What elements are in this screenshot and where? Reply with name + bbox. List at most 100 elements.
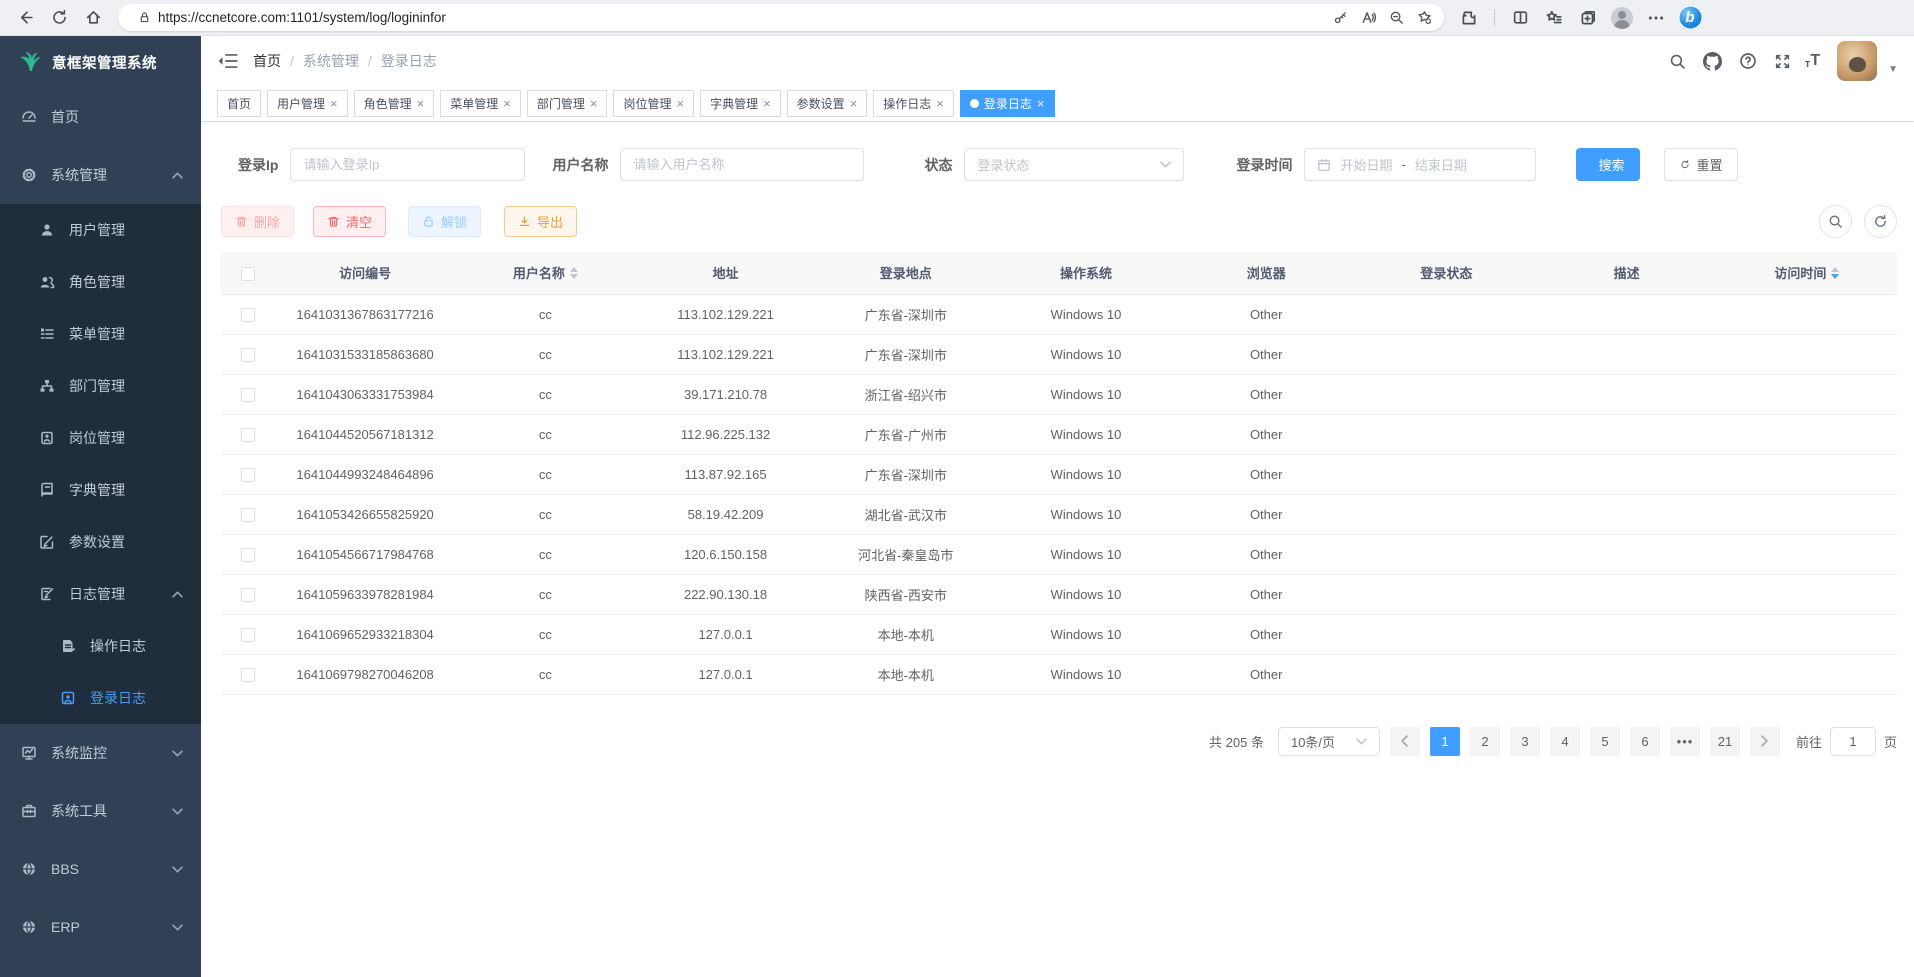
sidebar-item-system-tools[interactable]: 系统工具 bbox=[0, 782, 201, 840]
toggle-search-button[interactable] bbox=[1819, 205, 1852, 238]
tab-menu-management[interactable]: 菜单管理× bbox=[440, 90, 521, 117]
close-icon[interactable]: × bbox=[936, 97, 944, 110]
zoom-out-icon[interactable] bbox=[1382, 6, 1410, 30]
address-bar[interactable]: https://ccnetcore.com:1101/system/log/lo… bbox=[118, 4, 1444, 31]
sidebar-item-bbs[interactable]: BBS bbox=[0, 840, 201, 898]
user-name-input[interactable] bbox=[633, 157, 851, 172]
export-button[interactable]: 导出 bbox=[504, 206, 577, 237]
page-button-21[interactable]: 21 bbox=[1710, 727, 1740, 756]
row-checkbox[interactable] bbox=[241, 668, 255, 682]
page-button-2[interactable]: 2 bbox=[1470, 727, 1500, 756]
close-icon[interactable]: × bbox=[850, 97, 858, 110]
table-row[interactable]: 1641031367863177216cc113.102.129.221广东省-… bbox=[221, 294, 1897, 334]
date-range-picker[interactable]: 开始日期 - 结束日期 bbox=[1304, 148, 1536, 181]
browser-refresh-button[interactable] bbox=[44, 4, 74, 32]
page-button-1[interactable]: 1 bbox=[1430, 727, 1460, 756]
sidebar-item-parameter-settings[interactable]: 参数设置 bbox=[0, 516, 201, 568]
prev-page-button[interactable] bbox=[1390, 727, 1420, 756]
avatar-dropdown-caret-icon[interactable]: ▼ bbox=[1888, 64, 1898, 75]
close-icon[interactable]: × bbox=[417, 97, 425, 110]
page-button-4[interactable]: 4 bbox=[1550, 727, 1580, 756]
tab-dictionary-management[interactable]: 字典管理× bbox=[700, 90, 781, 117]
tab-home[interactable]: 首页 bbox=[217, 90, 261, 117]
header-search-icon[interactable] bbox=[1665, 48, 1691, 74]
login-ip-input[interactable] bbox=[303, 157, 512, 172]
close-icon[interactable]: × bbox=[1037, 97, 1045, 110]
tab-parameter-settings[interactable]: 参数设置× bbox=[787, 90, 868, 117]
unlock-button[interactable]: 解锁 bbox=[408, 206, 481, 237]
help-icon[interactable] bbox=[1735, 48, 1761, 74]
tab-post-management[interactable]: 岗位管理× bbox=[613, 90, 694, 117]
sort-icon-active[interactable] bbox=[1831, 267, 1839, 279]
row-checkbox[interactable] bbox=[241, 508, 255, 522]
goto-page-input[interactable] bbox=[1830, 727, 1876, 756]
collections-icon[interactable] bbox=[1539, 4, 1569, 32]
collapse-sidebar-icon[interactable] bbox=[217, 50, 239, 72]
table-row[interactable]: 1641043063331753984cc39.171.210.78浙江省-绍兴… bbox=[221, 374, 1897, 414]
table-row[interactable]: 1641044520567181312cc112.96.225.132广东省-广… bbox=[221, 414, 1897, 454]
row-checkbox[interactable] bbox=[241, 588, 255, 602]
font-size-icon[interactable]: тT bbox=[1805, 52, 1820, 70]
breadcrumb-system-management[interactable]: 系统管理 bbox=[303, 51, 359, 71]
close-icon[interactable]: × bbox=[503, 97, 511, 110]
table-row[interactable]: 1641054566717984768cc120.6.150.158河北省-秦皇… bbox=[221, 534, 1897, 574]
sidebar-item-operation-log[interactable]: 操作日志 bbox=[0, 620, 201, 672]
tab-role-management[interactable]: 角色管理× bbox=[354, 90, 435, 117]
sidebar-item-system-monitor[interactable]: 系统监控 bbox=[0, 724, 201, 782]
split-screen-icon[interactable] bbox=[1505, 4, 1535, 32]
clear-button[interactable]: 清空 bbox=[313, 206, 386, 237]
table-row[interactable]: 1641069798270046208cc127.0.0.1本地-本机Windo… bbox=[221, 654, 1897, 694]
github-icon[interactable] bbox=[1700, 48, 1726, 74]
refresh-table-button[interactable] bbox=[1864, 205, 1897, 238]
table-row[interactable]: 1641069652933218304cc127.0.0.1本地-本机Windo… bbox=[221, 614, 1897, 654]
page-button-6[interactable]: 6 bbox=[1630, 727, 1660, 756]
sidebar-item-department-management[interactable]: 部门管理 bbox=[0, 360, 201, 412]
table-row[interactable]: 1641031533185863680cc113.102.129.221广东省-… bbox=[221, 334, 1897, 374]
browser-settings-menu-icon[interactable] bbox=[1641, 4, 1671, 32]
sidebar-item-log-management[interactable]: 日志管理 bbox=[0, 568, 201, 620]
sidebar-item-system-management[interactable]: 系统管理 bbox=[0, 146, 201, 204]
row-checkbox[interactable] bbox=[241, 308, 255, 322]
close-icon[interactable]: × bbox=[763, 97, 771, 110]
close-icon[interactable]: × bbox=[590, 97, 598, 110]
table-row[interactable]: 1641053426655825920cc58.19.42.209湖北省-武汉市… bbox=[221, 494, 1897, 534]
page-button-3[interactable]: 3 bbox=[1510, 727, 1540, 756]
sidebar-item-home[interactable]: 首页 bbox=[0, 88, 201, 146]
bing-chat-icon[interactable]: b bbox=[1675, 4, 1705, 32]
url-text[interactable]: https://ccnetcore.com:1101/system/log/lo… bbox=[158, 10, 1326, 25]
sidebar-item-yi-framework[interactable]: Yi框架 bbox=[0, 956, 201, 977]
delete-button[interactable]: 删除 bbox=[221, 206, 294, 237]
sidebar-item-role-management[interactable]: 角色管理 bbox=[0, 256, 201, 308]
col-visit-time[interactable]: 访问时间 bbox=[1717, 252, 1897, 294]
sidebar-item-user-management[interactable]: 用户管理 bbox=[0, 204, 201, 256]
browser-profile-avatar[interactable] bbox=[1607, 4, 1637, 32]
page-button-5[interactable]: 5 bbox=[1590, 727, 1620, 756]
table-row[interactable]: 1641044993248464896cc113.87.92.165广东省-深圳… bbox=[221, 454, 1897, 494]
row-checkbox[interactable] bbox=[241, 628, 255, 642]
close-icon[interactable]: × bbox=[330, 97, 338, 110]
close-icon[interactable]: × bbox=[676, 97, 684, 110]
row-checkbox[interactable] bbox=[241, 388, 255, 402]
next-page-button[interactable] bbox=[1750, 727, 1780, 756]
reset-button[interactable]: 重置 bbox=[1664, 148, 1738, 181]
user-avatar[interactable] bbox=[1837, 41, 1877, 81]
sidebar-item-menu-management[interactable]: 菜单管理 bbox=[0, 308, 201, 360]
tab-department-management[interactable]: 部门管理× bbox=[527, 90, 608, 117]
col-user-name[interactable]: 用户名称 bbox=[455, 252, 635, 294]
sidebar-item-post-management[interactable]: 岗位管理 bbox=[0, 412, 201, 464]
row-checkbox[interactable] bbox=[241, 468, 255, 482]
read-aloud-icon[interactable] bbox=[1354, 6, 1382, 30]
row-checkbox[interactable] bbox=[241, 428, 255, 442]
extensions-icon[interactable] bbox=[1454, 4, 1484, 32]
select-all-checkbox[interactable] bbox=[241, 267, 255, 281]
table-row[interactable]: 1641059633978281984cc222.90.130.18陕西省-西安… bbox=[221, 574, 1897, 614]
row-checkbox[interactable] bbox=[241, 348, 255, 362]
search-button[interactable]: 搜索 bbox=[1576, 148, 1640, 181]
sort-icon[interactable] bbox=[570, 267, 578, 279]
sidebar-item-login-log[interactable]: 登录日志 bbox=[0, 672, 201, 724]
tab-login-log[interactable]: 登录日志× bbox=[960, 90, 1055, 117]
sidebar-item-erp[interactable]: ERP bbox=[0, 898, 201, 956]
row-checkbox[interactable] bbox=[241, 548, 255, 562]
app-logo[interactable]: 意框架管理系统 bbox=[0, 36, 201, 88]
browser-back-button[interactable] bbox=[10, 4, 40, 32]
